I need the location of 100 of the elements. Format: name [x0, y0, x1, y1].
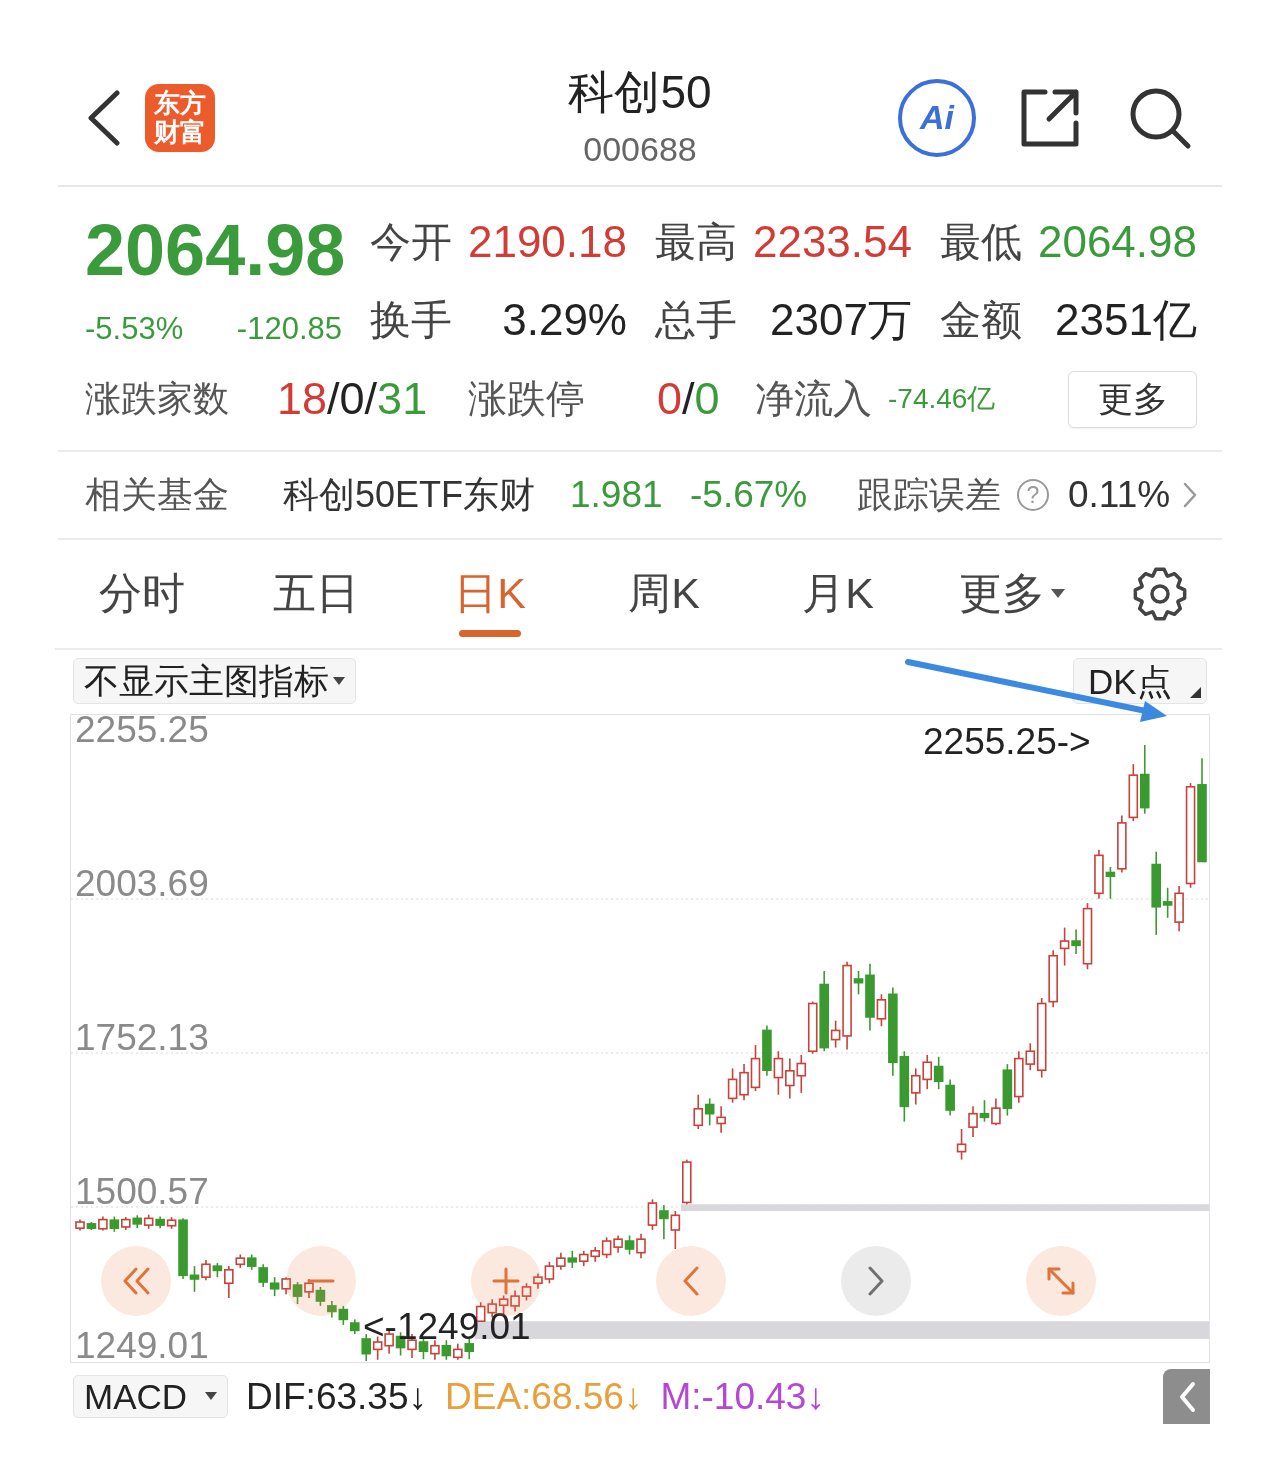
tab[interactable]: 分时	[55, 540, 229, 648]
minus-icon	[307, 1279, 335, 1283]
rising-candle	[1082, 902, 1093, 970]
rising-candle	[1128, 763, 1139, 822]
tab[interactable]: 日K	[403, 540, 577, 648]
back-button[interactable]	[86, 89, 122, 146]
rising-candle	[510, 1289, 520, 1313]
rising-candle	[613, 1234, 623, 1254]
plus-icon	[492, 1267, 520, 1295]
rising-candle	[304, 1278, 314, 1299]
rising-candle	[281, 1276, 291, 1296]
falling-candle	[155, 1215, 165, 1229]
more-tab[interactable]: 更多	[925, 540, 1099, 648]
falling-candle	[933, 1055, 944, 1090]
falling-candle	[212, 1262, 223, 1278]
macd-dropdown[interactable]: MACD	[73, 1375, 228, 1418]
expand-icon	[1047, 1267, 1075, 1295]
rising-candle	[98, 1215, 108, 1232]
inflow-value: -74.46亿	[888, 382, 996, 416]
stat-label: 最低	[940, 217, 1022, 267]
rising-candle	[716, 1105, 726, 1134]
dk-button[interactable]: DK点	[1073, 658, 1207, 704]
breadth-value: 18/0/31	[277, 373, 428, 425]
chevron-right-icon	[868, 1266, 884, 1296]
rising-candle	[876, 993, 887, 1027]
chevron-left-icon	[1177, 1380, 1196, 1413]
stat-label: 总手	[655, 295, 737, 345]
falling-candle	[1002, 1063, 1013, 1117]
falling-candle	[1139, 744, 1150, 815]
indicator-value: DEA:68.56↓	[445, 1375, 643, 1418]
falling-candle	[338, 1305, 349, 1326]
rising-candle	[750, 1044, 761, 1092]
rising-candle	[968, 1105, 978, 1138]
chevron-left-icon	[683, 1266, 699, 1296]
rising-candle	[1094, 849, 1104, 900]
rising-candle	[693, 1093, 704, 1130]
rising-candle	[773, 1050, 784, 1096]
tab[interactable]: 月K	[751, 540, 925, 648]
rising-candle	[1117, 814, 1127, 874]
indicator-value: M:-10.43↓	[660, 1375, 825, 1418]
caret-icon	[205, 1392, 217, 1401]
falling-candle	[1105, 866, 1116, 900]
low-price-label: <-1249.01	[363, 1313, 531, 1341]
rising-candle	[647, 1198, 658, 1231]
change-amount: -120.85	[236, 311, 342, 347]
falling-candle	[418, 1337, 429, 1360]
stat-value: 2064.98	[1037, 217, 1197, 267]
falling-candle	[659, 1204, 669, 1240]
rising-candle	[739, 1063, 749, 1101]
tab[interactable]: 五日	[229, 540, 403, 648]
share-icon	[1019, 86, 1081, 149]
y-axis-label: 1752.13	[75, 1023, 209, 1053]
rising-candle	[670, 1210, 681, 1250]
fund-name: 科创50ETF东财	[283, 472, 536, 517]
rising-candle	[453, 1343, 463, 1361]
rising-candle	[956, 1128, 967, 1161]
rising-candle	[201, 1259, 211, 1281]
more-button[interactable]: 更多	[1068, 370, 1197, 428]
stat-value: 2190.18	[467, 217, 627, 267]
ai-button[interactable]: Ai	[898, 78, 976, 157]
y-axis-label: 1249.01	[75, 1331, 209, 1361]
rising-candle	[682, 1158, 692, 1206]
rising-candle	[556, 1251, 566, 1271]
double-chevron-left-icon	[122, 1267, 150, 1295]
rising-candle	[727, 1067, 738, 1104]
falling-candle	[624, 1234, 635, 1256]
rising-candle	[121, 1216, 131, 1231]
inflow-label: 净流入	[755, 376, 872, 422]
y-axis-label: 1500.57	[75, 1177, 209, 1207]
rising-candle	[911, 1067, 921, 1106]
fund-price: 1.981	[570, 474, 663, 516]
stat-label: 最高	[655, 217, 737, 267]
stat-label: 今开	[370, 217, 452, 267]
falling-candle	[258, 1263, 268, 1288]
y-axis-label: 2255.25	[75, 715, 209, 745]
rising-candle	[578, 1250, 589, 1267]
falling-candle	[1071, 928, 1081, 955]
stat-value: 2307万	[770, 293, 912, 346]
limit-value: 0/0	[657, 373, 720, 425]
falling-candle	[464, 1338, 475, 1360]
falling-candle	[441, 1339, 452, 1361]
chevron-right-icon	[1183, 482, 1197, 508]
rising-candle	[544, 1261, 555, 1285]
share-button[interactable]	[1019, 86, 1081, 149]
rising-candle	[796, 1054, 807, 1094]
falling-candle	[945, 1078, 955, 1117]
last-price: 2064.98	[85, 209, 342, 281]
indicator-dropdown[interactable]: 不显示主图指标	[73, 658, 356, 704]
chevron-left-icon	[86, 89, 122, 146]
breadth-label: 涨跌家数	[85, 376, 229, 421]
rising-candle	[590, 1246, 600, 1263]
rising-candle	[521, 1282, 532, 1302]
falling-candle	[567, 1250, 578, 1269]
falling-candle	[86, 1221, 97, 1231]
collapse-button[interactable]	[1163, 1369, 1210, 1424]
falling-candle	[109, 1215, 120, 1233]
fund-change: -5.67%	[690, 474, 808, 516]
falling-candle	[246, 1253, 257, 1271]
caret-icon	[333, 676, 345, 686]
tab[interactable]: 周K	[577, 540, 751, 648]
